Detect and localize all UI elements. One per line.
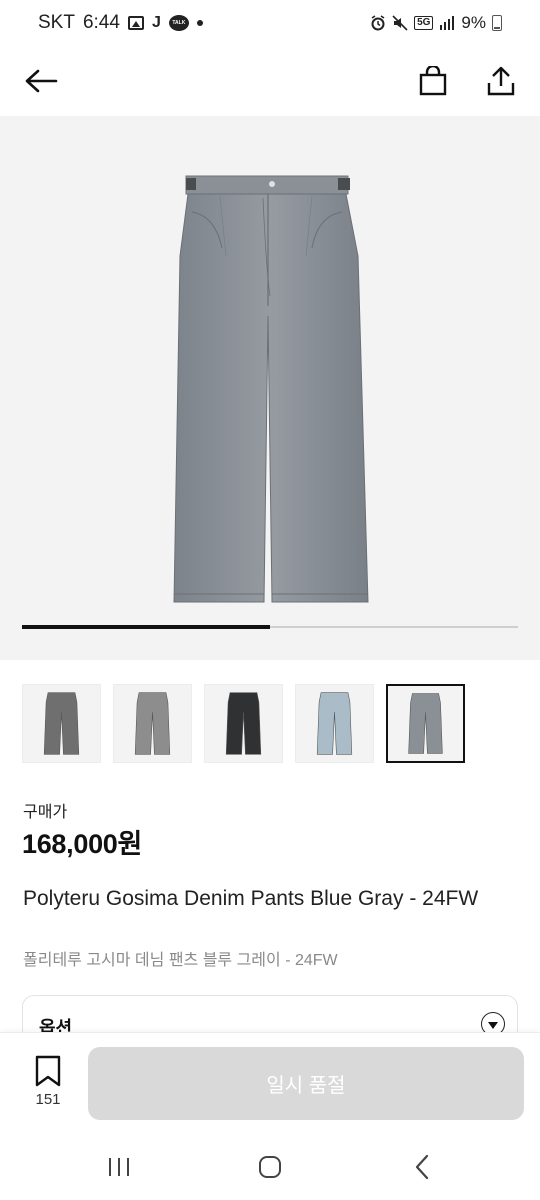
thumbnail-2[interactable]: [113, 684, 192, 763]
thumbnail-3[interactable]: [204, 684, 283, 763]
thumbnail-strip: [22, 684, 465, 763]
share-button[interactable]: [476, 56, 526, 106]
product-name: Polyteru Gosima Denim Pants Blue Gray - …: [23, 887, 479, 910]
bottom-action-bar: 151 일시 품절: [0, 1032, 540, 1132]
app-header: [0, 46, 540, 116]
recent-apps-button[interactable]: [99, 1150, 139, 1184]
bookmark-button[interactable]: 151: [24, 1055, 72, 1108]
status-right: 5G 9%: [370, 13, 502, 33]
thumbnail-pants-image: [43, 692, 80, 755]
more-notifications-dot-icon: [196, 20, 203, 26]
sold-out-button[interactable]: 일시 품절: [88, 1047, 524, 1120]
status-left: SKT 6:44 J TALK: [38, 12, 203, 34]
thumbnail-5[interactable]: [386, 684, 465, 763]
status-bar: SKT 6:44 J TALK 5G 9%: [0, 0, 540, 46]
share-upload-icon: [487, 66, 515, 96]
thumbnail-pants-image: [316, 692, 353, 755]
price-value: 168,000원: [22, 829, 143, 859]
mute-icon: [392, 15, 408, 31]
home-icon: [259, 1156, 281, 1178]
home-button[interactable]: [250, 1150, 290, 1184]
bookmark-count: 151: [35, 1091, 61, 1108]
shopping-bag-button[interactable]: [408, 56, 458, 106]
back-button[interactable]: [16, 56, 66, 106]
shopping-bag-icon: [419, 66, 447, 96]
system-navigation-bar: [0, 1132, 540, 1200]
thumbnail-4[interactable]: [295, 684, 374, 763]
product-image-carousel[interactable]: [0, 116, 540, 660]
j-notification-icon: J: [151, 14, 161, 31]
price-label: 구매가: [23, 804, 68, 821]
signal-icon: [440, 16, 455, 30]
network-5g-icon: 5G: [414, 16, 434, 30]
thumbnail-pants-image: [225, 692, 262, 755]
kakaotalk-notification-icon: TALK: [168, 15, 189, 31]
recent-apps-icon: [109, 1158, 129, 1176]
product-name-korean: 폴리테루 고시마 데님 팬츠 블루 그레이 - 24FW: [23, 952, 338, 969]
carousel-progress-fill: [22, 625, 270, 629]
alarm-icon: [371, 15, 385, 31]
arrow-left-icon: [25, 69, 58, 93]
thumbnail-pants-image: [134, 692, 171, 755]
battery-percent: 9%: [461, 13, 486, 32]
thumbnail-pants-image: [408, 693, 443, 754]
gallery-notification-icon: [127, 16, 144, 30]
carrier-label: SKT: [38, 12, 75, 33]
bookmark-icon: [35, 1055, 61, 1087]
clock: 6:44: [82, 12, 120, 33]
thumbnail-1[interactable]: [22, 684, 101, 763]
chevron-left-icon: [415, 1154, 429, 1180]
battery-icon: [492, 15, 502, 31]
system-back-button[interactable]: [402, 1150, 442, 1184]
carousel-progress-track: [22, 625, 518, 629]
denim-pants-image: [173, 175, 369, 603]
